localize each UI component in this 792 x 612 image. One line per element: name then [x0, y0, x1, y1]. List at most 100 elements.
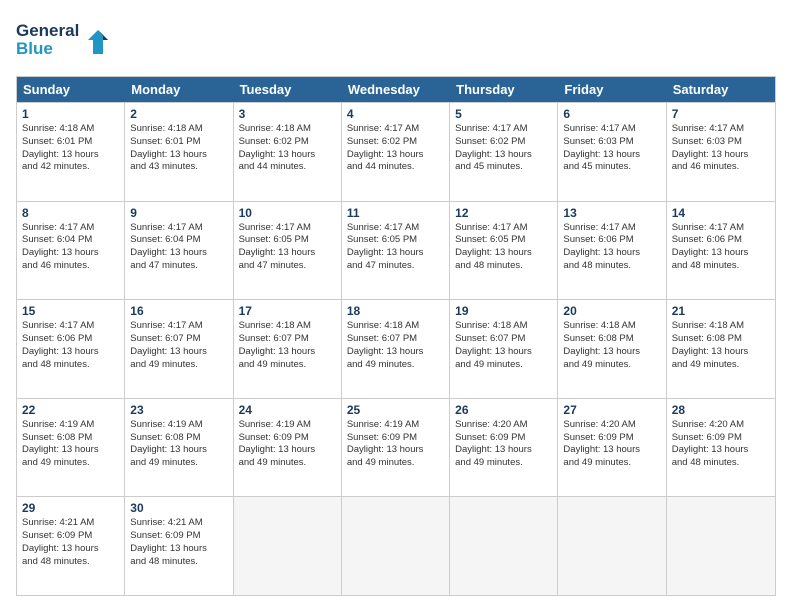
day-number: 5 [455, 107, 552, 121]
day-info: Sunrise: 4:19 AM Sunset: 6:08 PM Dayligh… [22, 419, 119, 470]
calendar-cell: 6 Sunrise: 4:17 AM Sunset: 6:03 PM Daylig… [558, 103, 666, 201]
day-number: 22 [22, 403, 119, 417]
day-info: Sunrise: 4:18 AM Sunset: 6:07 PM Dayligh… [347, 320, 444, 371]
day-info: Sunrise: 4:18 AM Sunset: 6:08 PM Dayligh… [672, 320, 770, 371]
calendar: Sunday Monday Tuesday Wednesday Thursday… [16, 76, 776, 596]
calendar-cell [234, 497, 342, 595]
calendar-cell: 13 Sunrise: 4:17 AM Sunset: 6:06 PM Dayli… [558, 202, 666, 300]
svg-text:Blue: Blue [16, 39, 53, 58]
calendar-cell: 26 Sunrise: 4:20 AM Sunset: 6:09 PM Dayli… [450, 399, 558, 497]
day-info: Sunrise: 4:20 AM Sunset: 6:09 PM Dayligh… [672, 419, 770, 470]
calendar-cell [450, 497, 558, 595]
header-monday: Monday [125, 77, 233, 102]
calendar-row-3: 15Sunrise: 4:17 AM Sunset: 6:06 PM Dayli… [17, 299, 775, 398]
calendar-cell: 3Sunrise: 4:18 AM Sunset: 6:02 PM Daylig… [234, 103, 342, 201]
day-number: 14 [672, 206, 770, 220]
day-number: 13 [563, 206, 660, 220]
day-number: 18 [347, 304, 444, 318]
calendar-cell: 25 Sunrise: 4:19 AM Sunset: 6:09 PM Dayli… [342, 399, 450, 497]
day-info: Sunrise: 4:17 AM Sunset: 6:05 PM Dayligh… [455, 222, 552, 273]
day-info: Sunrise: 4:18 AM Sunset: 6:08 PM Dayligh… [563, 320, 660, 371]
day-info: Sunrise: 4:18 AM Sunset: 6:01 PM Dayligh… [130, 123, 227, 174]
day-number: 6 [563, 107, 660, 121]
calendar-cell: 8Sunrise: 4:17 AM Sunset: 6:04 PM Daylig… [17, 202, 125, 300]
calendar-cell: 24Sunrise: 4:19 AM Sunset: 6:09 PM Dayli… [234, 399, 342, 497]
calendar-cell: 9Sunrise: 4:17 AM Sunset: 6:04 PM Daylig… [125, 202, 233, 300]
day-number: 4 [347, 107, 444, 121]
day-number: 16 [130, 304, 227, 318]
calendar-cell [667, 497, 775, 595]
day-info: Sunrise: 4:17 AM Sunset: 6:04 PM Dayligh… [22, 222, 119, 273]
header-wednesday: Wednesday [342, 77, 450, 102]
day-info: Sunrise: 4:17 AM Sunset: 6:02 PM Dayligh… [455, 123, 552, 174]
header-tuesday: Tuesday [234, 77, 342, 102]
logo-text: General Blue [16, 16, 126, 66]
calendar-row-4: 22 Sunrise: 4:19 AM Sunset: 6:08 PM Dayli… [17, 398, 775, 497]
day-info: Sunrise: 4:18 AM Sunset: 6:02 PM Dayligh… [239, 123, 336, 174]
calendar-row-1: 1 Sunrise: 4:18 AM Sunset: 6:01 PM Daylig… [17, 102, 775, 201]
day-info: Sunrise: 4:21 AM Sunset: 6:09 PM Dayligh… [22, 517, 119, 568]
calendar-cell [558, 497, 666, 595]
day-number: 10 [239, 206, 336, 220]
day-info: Sunrise: 4:17 AM Sunset: 6:03 PM Dayligh… [563, 123, 660, 174]
day-info: Sunrise: 4:17 AM Sunset: 6:07 PM Dayligh… [130, 320, 227, 371]
calendar-cell: 4 Sunrise: 4:17 AM Sunset: 6:02 PM Daylig… [342, 103, 450, 201]
calendar-cell: 11 Sunrise: 4:17 AM Sunset: 6:05 PM Dayli… [342, 202, 450, 300]
day-number: 19 [455, 304, 552, 318]
day-number: 29 [22, 501, 119, 515]
calendar-cell: 27Sunrise: 4:20 AM Sunset: 6:09 PM Dayli… [558, 399, 666, 497]
calendar-row-2: 8Sunrise: 4:17 AM Sunset: 6:04 PM Daylig… [17, 201, 775, 300]
header-sunday: Sunday [17, 77, 125, 102]
calendar-cell: 23 Sunrise: 4:19 AM Sunset: 6:08 PM Dayli… [125, 399, 233, 497]
day-number: 24 [239, 403, 336, 417]
calendar-cell: 30Sunrise: 4:21 AM Sunset: 6:09 PM Dayli… [125, 497, 233, 595]
calendar-cell: 1 Sunrise: 4:18 AM Sunset: 6:01 PM Daylig… [17, 103, 125, 201]
header: General Blue [16, 16, 776, 66]
day-number: 2 [130, 107, 227, 121]
day-info: Sunrise: 4:17 AM Sunset: 6:05 PM Dayligh… [347, 222, 444, 273]
day-number: 11 [347, 206, 444, 220]
header-thursday: Thursday [450, 77, 558, 102]
day-number: 15 [22, 304, 119, 318]
day-info: Sunrise: 4:17 AM Sunset: 6:06 PM Dayligh… [563, 222, 660, 273]
day-info: Sunrise: 4:17 AM Sunset: 6:05 PM Dayligh… [239, 222, 336, 273]
calendar-cell: 19Sunrise: 4:18 AM Sunset: 6:07 PM Dayli… [450, 300, 558, 398]
calendar-cell: 10 Sunrise: 4:17 AM Sunset: 6:05 PM Dayli… [234, 202, 342, 300]
day-number: 20 [563, 304, 660, 318]
calendar-cell: 29 Sunrise: 4:21 AM Sunset: 6:09 PM Dayli… [17, 497, 125, 595]
day-number: 27 [563, 403, 660, 417]
day-info: Sunrise: 4:19 AM Sunset: 6:08 PM Dayligh… [130, 419, 227, 470]
calendar-cell: 18 Sunrise: 4:18 AM Sunset: 6:07 PM Dayli… [342, 300, 450, 398]
day-number: 12 [455, 206, 552, 220]
day-number: 25 [347, 403, 444, 417]
calendar-cell: 22 Sunrise: 4:19 AM Sunset: 6:08 PM Dayli… [17, 399, 125, 497]
day-number: 17 [239, 304, 336, 318]
calendar-cell: 12 Sunrise: 4:17 AM Sunset: 6:05 PM Dayli… [450, 202, 558, 300]
calendar-body: 1 Sunrise: 4:18 AM Sunset: 6:01 PM Daylig… [17, 102, 775, 595]
calendar-cell: 21 Sunrise: 4:18 AM Sunset: 6:08 PM Dayli… [667, 300, 775, 398]
calendar-cell: 17 Sunrise: 4:18 AM Sunset: 6:07 PM Dayli… [234, 300, 342, 398]
calendar-cell: 14 Sunrise: 4:17 AM Sunset: 6:06 PM Dayli… [667, 202, 775, 300]
day-number: 28 [672, 403, 770, 417]
calendar-cell: 28 Sunrise: 4:20 AM Sunset: 6:09 PM Dayli… [667, 399, 775, 497]
day-info: Sunrise: 4:19 AM Sunset: 6:09 PM Dayligh… [347, 419, 444, 470]
day-number: 23 [130, 403, 227, 417]
day-info: Sunrise: 4:17 AM Sunset: 6:03 PM Dayligh… [672, 123, 770, 174]
day-info: Sunrise: 4:20 AM Sunset: 6:09 PM Dayligh… [455, 419, 552, 470]
day-info: Sunrise: 4:17 AM Sunset: 6:04 PM Dayligh… [130, 222, 227, 273]
day-number: 1 [22, 107, 119, 121]
calendar-cell: 2 Sunrise: 4:18 AM Sunset: 6:01 PM Daylig… [125, 103, 233, 201]
day-number: 21 [672, 304, 770, 318]
svg-text:General: General [16, 21, 79, 40]
day-info: Sunrise: 4:18 AM Sunset: 6:07 PM Dayligh… [239, 320, 336, 371]
day-info: Sunrise: 4:17 AM Sunset: 6:02 PM Dayligh… [347, 123, 444, 174]
header-friday: Friday [558, 77, 666, 102]
calendar-cell: 16 Sunrise: 4:17 AM Sunset: 6:07 PM Dayli… [125, 300, 233, 398]
day-info: Sunrise: 4:17 AM Sunset: 6:06 PM Dayligh… [672, 222, 770, 273]
day-number: 26 [455, 403, 552, 417]
calendar-row-5: 29 Sunrise: 4:21 AM Sunset: 6:09 PM Dayli… [17, 496, 775, 595]
page: General Blue Sunday Monday Tuesday Wedne… [0, 0, 792, 612]
calendar-cell: 5 Sunrise: 4:17 AM Sunset: 6:02 PM Daylig… [450, 103, 558, 201]
day-info: Sunrise: 4:18 AM Sunset: 6:01 PM Dayligh… [22, 123, 119, 174]
calendar-cell [342, 497, 450, 595]
